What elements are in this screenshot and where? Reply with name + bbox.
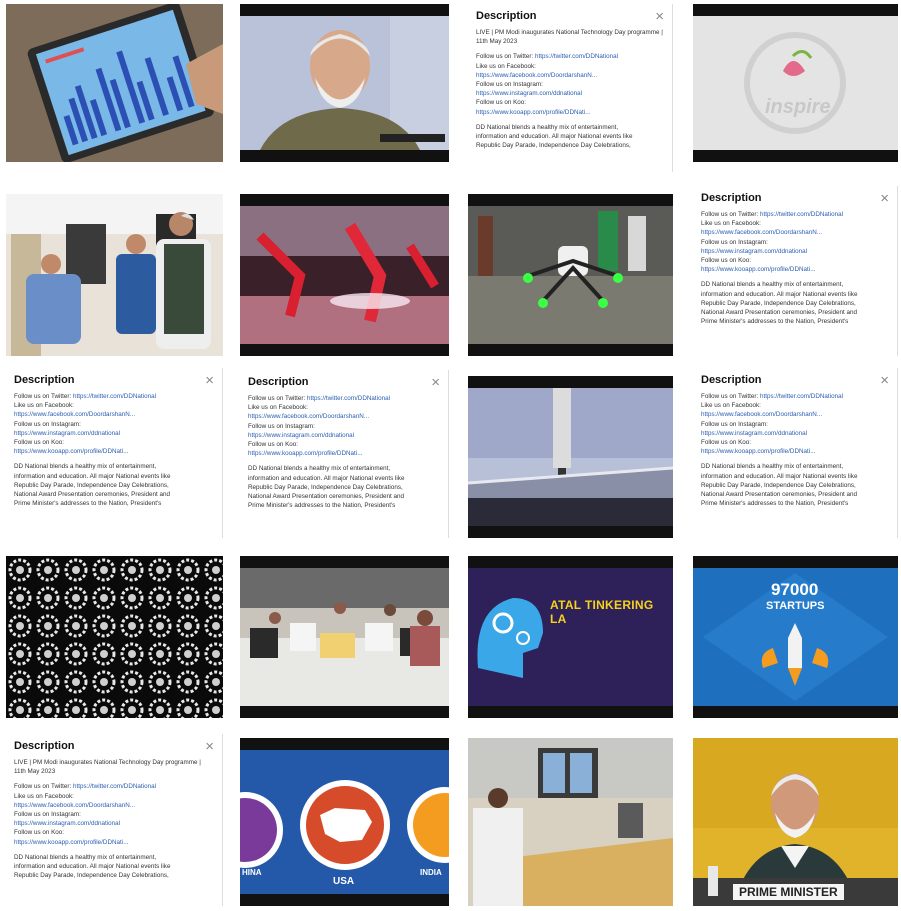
startups-word: STARTUPS [766, 600, 825, 612]
koo-link[interactable]: https://www.kooapp.com/profile/DDNati... [476, 108, 664, 117]
office-workers-image [240, 568, 449, 706]
prime-minister-image [693, 738, 898, 906]
map-label-usa: USA [333, 876, 355, 887]
drone-image [468, 206, 673, 344]
twitter-link[interactable]: https://twitter.com/DDNational [73, 783, 156, 790]
video-thumbnail-pm-speaking[interactable] [240, 4, 449, 162]
robot-arms-image [240, 206, 449, 344]
twitter-link[interactable]: https://twitter.com/DDNational [535, 53, 618, 60]
video-thumbnail-startups[interactable]: 97000 STARTUPS [693, 556, 898, 718]
exhibition-visit-image [6, 194, 223, 356]
video-thumbnail-prime-minister[interactable]: PRIME MINISTER [693, 738, 898, 906]
description-title: Description [701, 192, 762, 204]
description-panel-1: Description × LIVE | PM Modi inaugurates… [468, 4, 673, 172]
description-panel-2: Description × Follow us on Twitter: http… [693, 186, 898, 356]
pm-nameplate: PRIME MINISTER [733, 884, 844, 900]
facebook-link[interactable]: https://www.facebook.com/DoordarshanN... [701, 410, 889, 419]
facebook-link[interactable]: https://www.facebook.com/DoordarshanN... [14, 410, 214, 419]
facebook-link[interactable]: https://www.facebook.com/DoordarshanN... [701, 228, 889, 237]
video-thumbnail-robot-arms[interactable] [240, 194, 449, 356]
close-icon[interactable]: × [205, 739, 214, 754]
description-panel-3: Description × Follow us on Twitter: http… [6, 368, 223, 538]
instagram-link[interactable]: https://www.instagram.com/ddnational [14, 429, 214, 438]
description-title: Description [14, 740, 75, 752]
description-panel-5: Description × Follow us on Twitter: http… [693, 368, 898, 538]
instagram-link[interactable]: https://www.instagram.com/ddnational [701, 429, 889, 438]
pm-speaking-image [240, 16, 449, 150]
facebook-link[interactable]: https://www.facebook.com/DoordarshanN... [248, 412, 440, 421]
world-maps-image [240, 750, 449, 894]
instagram-link[interactable]: https://www.instagram.com/ddnational [701, 247, 889, 256]
lab-machine-image [468, 388, 673, 526]
twitter-link[interactable]: https://twitter.com/DDNational [760, 211, 843, 218]
close-icon[interactable]: × [655, 9, 664, 24]
koo-link[interactable]: https://www.kooapp.com/profile/DDNati... [14, 838, 214, 847]
video-thumbnail-workshop[interactable] [468, 738, 673, 906]
koo-link[interactable]: https://www.kooapp.com/profile/DDNati... [14, 447, 214, 456]
map-label-china: HINA [242, 868, 262, 877]
gears-pattern-image [6, 556, 223, 718]
inspire-logo-image [693, 16, 898, 150]
instagram-link[interactable]: https://www.instagram.com/ddnational [14, 819, 214, 828]
close-icon[interactable]: × [880, 191, 889, 206]
video-thumbnail-gears[interactable] [6, 556, 223, 718]
workshop-image [468, 738, 673, 906]
video-thumbnail-tablet-chart[interactable] [6, 4, 223, 162]
koo-link[interactable]: https://www.kooapp.com/profile/DDNati... [248, 449, 440, 458]
video-thumbnail-lab-machine[interactable] [468, 376, 673, 538]
atal-caption: ATAL TINKERING LA [550, 598, 654, 626]
video-thumbnail-drone[interactable] [468, 194, 673, 356]
description-panel-6: Description × LIVE | PM Modi inaugurates… [6, 734, 223, 906]
description-title: Description [701, 374, 762, 386]
description-title: Description [476, 10, 537, 22]
video-thumbnail-inspire-logo[interactable]: inspire [693, 4, 898, 162]
video-thumbnail-atal-tinkering[interactable]: ATAL TINKERING LA [468, 556, 673, 718]
close-icon[interactable]: × [880, 373, 889, 388]
koo-link[interactable]: https://www.kooapp.com/profile/DDNati... [701, 447, 889, 456]
facebook-link[interactable]: https://www.facebook.com/DoordarshanN... [14, 801, 214, 810]
video-title-text: LIVE | PM Modi inaugurates National Tech… [14, 759, 201, 776]
close-icon[interactable]: × [431, 375, 440, 390]
startups-number: 97000 [771, 580, 819, 599]
instagram-link[interactable]: https://www.instagram.com/ddnational [476, 89, 664, 98]
video-thumbnail-office-workers[interactable] [240, 556, 449, 718]
twitter-link[interactable]: https://twitter.com/DDNational [73, 393, 156, 400]
atal-tinkering-image [468, 568, 673, 706]
video-title-text: LIVE | PM Modi inaugurates National Tech… [476, 29, 663, 46]
inspire-logo-text: inspire [765, 96, 831, 118]
close-icon[interactable]: × [205, 373, 214, 388]
video-thumbnail-world-maps[interactable]: HINA USA INDIA [240, 738, 449, 906]
description-title: Description [14, 374, 75, 386]
twitter-link[interactable]: https://twitter.com/DDNational [760, 393, 843, 400]
video-thumbnail-exhibition-visit[interactable] [6, 194, 223, 356]
description-panel-4: Description × Follow us on Twitter: http… [240, 370, 449, 538]
map-label-india: INDIA [420, 868, 442, 877]
koo-link[interactable]: https://www.kooapp.com/profile/DDNati... [701, 265, 889, 274]
tablet-chart-image [6, 4, 223, 162]
twitter-link[interactable]: https://twitter.com/DDNational [307, 395, 390, 402]
description-title: Description [248, 376, 309, 388]
instagram-link[interactable]: https://www.instagram.com/ddnational [248, 431, 440, 440]
facebook-link[interactable]: https://www.facebook.com/DoordarshanN... [476, 71, 664, 80]
